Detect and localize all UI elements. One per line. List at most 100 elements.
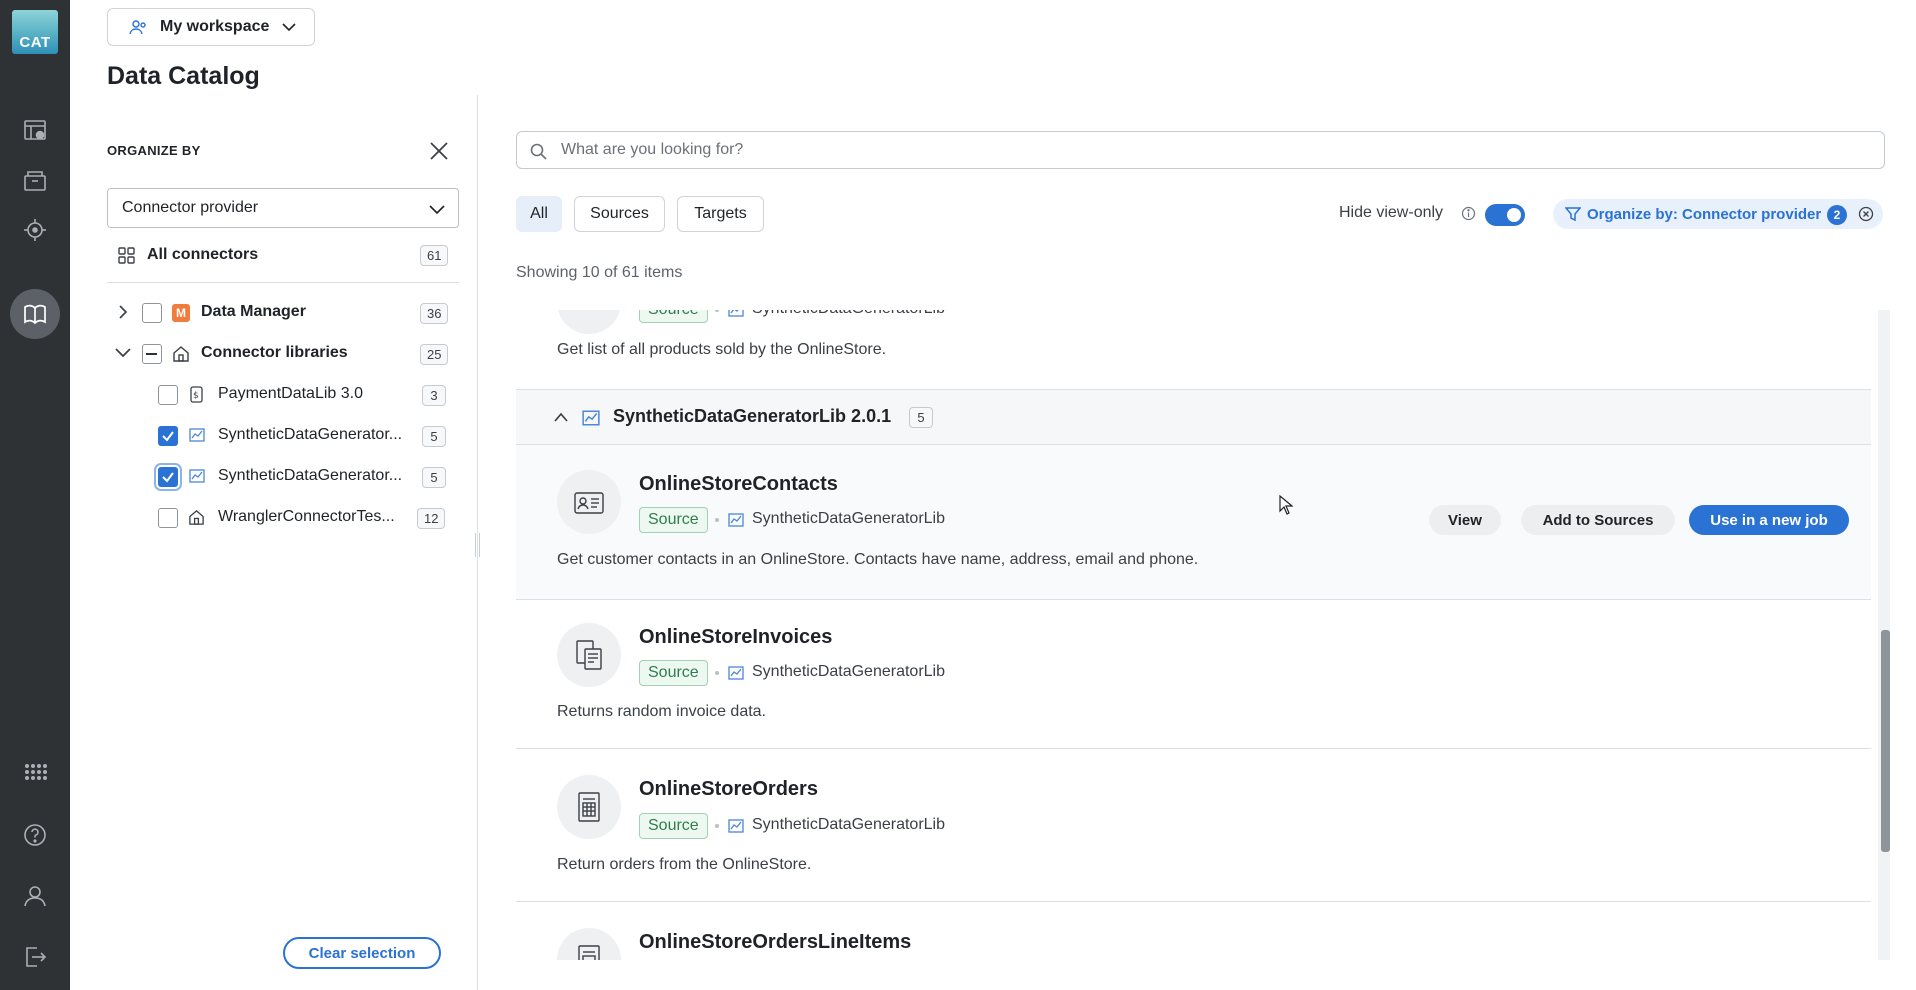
count-badge: 25	[420, 344, 449, 365]
jobs-icon[interactable]	[10, 106, 60, 156]
logout-icon[interactable]	[10, 932, 60, 982]
data-manager-icon: M	[172, 304, 190, 322]
chevron-down-icon[interactable]	[114, 347, 132, 359]
folder-icon[interactable]	[10, 155, 60, 205]
synthetic-lib-icon	[582, 410, 600, 426]
connector-title[interactable]: OnlineStoreOrdersLineItems	[639, 931, 911, 954]
grid-icon	[118, 246, 135, 264]
count-badge: 36	[420, 303, 449, 324]
orders-icon	[557, 775, 621, 839]
page-title: Data Catalog	[107, 62, 260, 90]
workspace-label: My workspace	[160, 18, 270, 35]
app-logo[interactable]: CAT	[12, 10, 58, 54]
left-rail: CAT	[0, 0, 70, 990]
checkbox-connector-libraries[interactable]	[142, 344, 162, 364]
count-badge: 3	[422, 385, 446, 406]
synthetic-lib-icon	[728, 513, 744, 527]
check-icon	[162, 431, 174, 442]
filter-all-button[interactable]: All	[516, 196, 562, 232]
library-name: SyntheticDataGeneratorLib	[752, 663, 945, 680]
logo-text: CAT	[19, 34, 51, 51]
library-name: SyntheticDataGeneratorLib	[752, 510, 945, 527]
user-icon[interactable]	[10, 871, 60, 921]
scrollbar-thumb[interactable]	[1881, 630, 1890, 852]
separator-dot	[715, 671, 719, 675]
connector-description: Get list of all products sold by the Onl…	[557, 341, 887, 358]
hide-view-only-toggle[interactable]	[1485, 204, 1525, 226]
checkbox-syntheticdatagenerator-1[interactable]	[158, 426, 178, 446]
chevron-up-icon	[554, 412, 568, 422]
help-icon[interactable]	[10, 810, 60, 860]
checkbox-wranglerconnector[interactable]	[158, 508, 178, 528]
checkbox-data-manager[interactable]	[142, 303, 162, 323]
organize-by-title: ORGANIZE BY	[107, 143, 201, 158]
tree-item-paymentdatalib[interactable]: PaymentDataLib 3.0	[218, 385, 363, 403]
source-badge: Source	[639, 310, 708, 323]
tree-item-connector-libraries[interactable]: Connector libraries	[201, 344, 348, 362]
count-badge: 5	[422, 426, 446, 447]
connector-title[interactable]: OnlineStoreOrders	[639, 778, 818, 801]
row-divider	[516, 901, 1871, 902]
divider	[107, 282, 459, 283]
close-icon[interactable]	[428, 140, 450, 162]
library-name: SyntheticDataGeneratorLib	[752, 816, 945, 833]
catalog-list: Source SyntheticDataGeneratorLib Get lis…	[516, 310, 1871, 960]
connector-avatar	[557, 310, 621, 334]
checkbox-paymentdatalib[interactable]	[158, 385, 178, 405]
catalog-book-icon[interactable]	[10, 289, 60, 339]
chevron-right-icon[interactable]	[117, 304, 129, 320]
separator-dot	[715, 824, 719, 828]
tree-item-syntheticdatagenerator-2[interactable]: SyntheticDataGenerator...	[218, 467, 402, 485]
connector-description: Return orders from the OnlineStore.	[557, 856, 812, 873]
connector-title[interactable]: OnlineStoreInvoices	[639, 626, 832, 649]
tree-item-wranglerconnector[interactable]: WranglerConnectorTes...	[218, 508, 395, 526]
organize-by-chip-label: Organize by: Connector provider	[1587, 205, 1822, 223]
separator-dot	[715, 310, 719, 312]
contacts-icon	[557, 470, 621, 534]
count-badge: 5	[909, 407, 933, 428]
library-group-header[interactable]: SyntheticDataGeneratorLib 2.0.1 5	[516, 389, 1871, 445]
checkbox-syntheticdatagenerator-2[interactable]	[158, 467, 178, 487]
target-icon[interactable]	[10, 205, 60, 255]
source-badge: Source	[639, 813, 708, 839]
filter-targets-button[interactable]: Targets	[677, 196, 764, 232]
use-in-new-job-button[interactable]: Use in a new job	[1689, 505, 1849, 535]
tree-item-data-manager[interactable]: Data Manager	[201, 303, 306, 321]
library-icon	[189, 510, 204, 525]
close-circle-icon[interactable]	[1858, 206, 1874, 222]
connector-description: Get customer contacts in an OnlineStore.…	[557, 551, 1199, 568]
count-badge: 5	[422, 467, 446, 488]
add-to-sources-button[interactable]: Add to Sources	[1521, 505, 1675, 535]
synthetic-lib-icon	[728, 666, 744, 680]
organize-by-select[interactable]: Connector provider	[107, 188, 459, 228]
search-input[interactable]: What are you looking for?	[516, 131, 1885, 169]
synthetic-lib-icon	[189, 469, 205, 483]
synthetic-lib-icon	[728, 310, 744, 317]
organize-by-chip[interactable]: Organize by: Connector provider 2	[1553, 199, 1883, 229]
library-name: SyntheticDataGeneratorLib	[752, 310, 945, 318]
synthetic-lib-icon	[189, 428, 205, 442]
svg-text:$: $	[193, 391, 199, 401]
synthetic-lib-icon	[728, 819, 744, 833]
library-icon	[173, 346, 189, 362]
connector-title[interactable]: OnlineStoreContacts	[639, 473, 838, 496]
info-icon[interactable]	[1461, 206, 1476, 221]
source-badge: Source	[639, 660, 708, 686]
all-connectors-item[interactable]: All connectors	[118, 246, 258, 264]
payment-lib-icon: $	[190, 386, 203, 403]
filter-sources-button[interactable]: Sources	[574, 196, 665, 232]
resize-handle[interactable]	[475, 533, 480, 557]
workspace-selector[interactable]: My workspace	[107, 8, 315, 46]
apps-grid-icon[interactable]	[10, 749, 60, 799]
chevron-down-icon	[429, 205, 445, 215]
row-divider	[516, 748, 1871, 749]
results-count: Showing 10 of 61 items	[516, 264, 683, 281]
invoices-icon	[557, 623, 621, 687]
organize-by-chip-count: 2	[1827, 205, 1847, 225]
clear-selection-button[interactable]: Clear selection	[283, 937, 441, 969]
chevron-down-icon	[282, 23, 296, 32]
tree-item-syntheticdatagenerator-1[interactable]: SyntheticDataGenerator...	[218, 426, 402, 444]
separator-dot	[715, 518, 719, 522]
view-button[interactable]: View	[1429, 505, 1501, 535]
connector-description: Returns random invoice data.	[557, 703, 766, 720]
